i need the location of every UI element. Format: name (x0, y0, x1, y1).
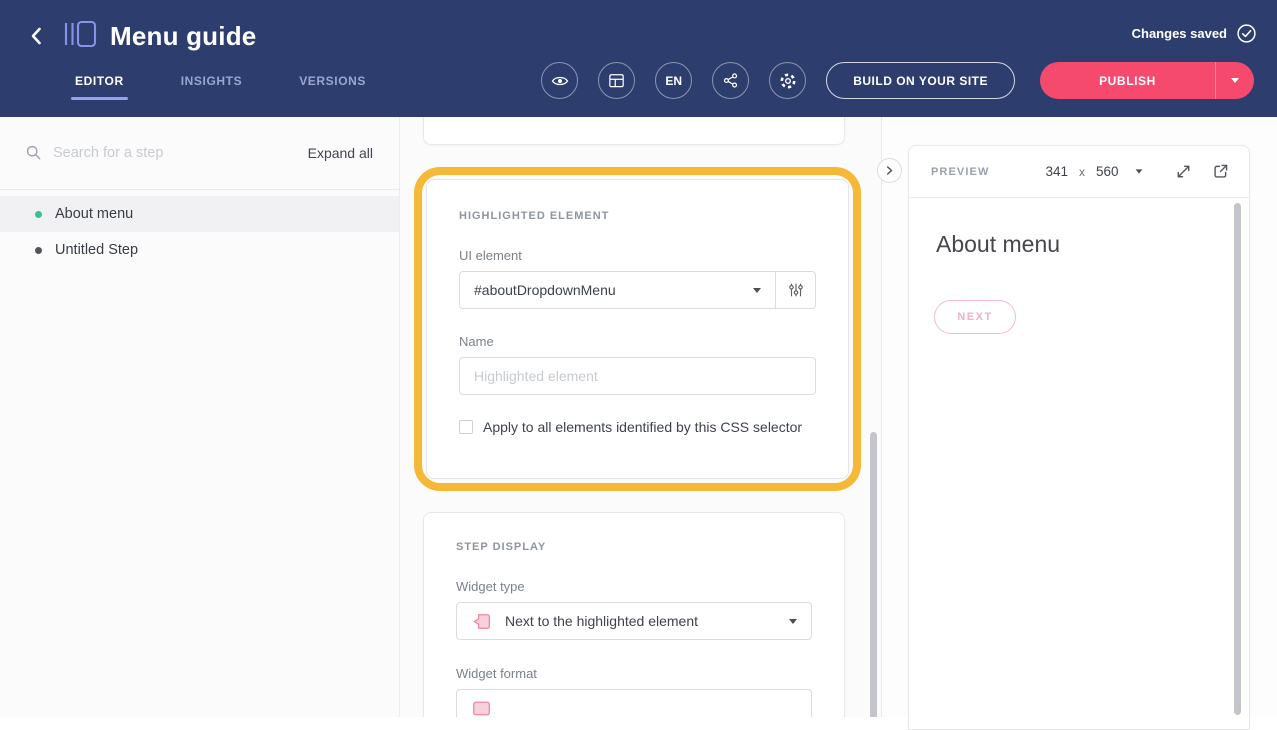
back-button[interactable] (24, 23, 50, 49)
step-list: About menu Untitled Step (0, 196, 399, 268)
widget-format-select[interactable] (456, 689, 812, 717)
step-list-item-about-menu[interactable]: About menu (0, 196, 399, 232)
highlighted-element-name-input[interactable] (459, 357, 816, 395)
header-tabs: EDITOR INSIGHTS VERSIONS (75, 74, 366, 88)
preview-eye-button[interactable] (541, 62, 578, 99)
chevron-down-icon (1231, 78, 1239, 83)
step-editor-column: HIGHLIGHTED ELEMENT UI element #aboutDro… (400, 117, 882, 717)
preview-scrollbar-thumb[interactable] (1234, 203, 1241, 715)
chevron-down-icon (789, 619, 797, 624)
preview-width-value: 341 (1045, 164, 1068, 179)
tab-insights[interactable]: INSIGHTS (181, 74, 242, 88)
tune-sliders-icon (787, 281, 805, 299)
widget-type-label: Widget type (456, 579, 812, 594)
top-header: Menu guide Changes saved EDITOR INSIGHTS… (0, 0, 1277, 117)
chevron-right-icon (883, 164, 896, 177)
expand-all-link[interactable]: Expand all (308, 145, 373, 161)
chevron-down-icon (1135, 169, 1142, 173)
checkbox-label: Apply to all elements identified by this… (483, 419, 802, 435)
step-label: About menu (55, 206, 133, 222)
guide-title: Menu guide (110, 21, 256, 52)
external-link-icon (1211, 162, 1230, 181)
widget-type-select[interactable]: Next to the highlighted element (456, 602, 812, 640)
ui-element-select[interactable]: #aboutDropdownMenu (460, 272, 775, 308)
step-list-item-untitled-step[interactable]: Untitled Step (0, 232, 399, 268)
checkbox-unchecked-icon[interactable] (459, 420, 473, 434)
publish-split-button: PUBLISH (1040, 62, 1254, 99)
preview-card: PREVIEW 341 x 560 About menu NEXT (908, 145, 1250, 730)
chevron-left-icon (26, 25, 48, 47)
share-icon (721, 71, 740, 90)
previous-settings-card-partial (423, 117, 845, 145)
header-actions: EN BUILD ON YOUR SITE PUBLISH (541, 62, 1254, 99)
header-title-group: Menu guide (24, 16, 256, 56)
preview-title: PREVIEW (931, 166, 989, 178)
highlighted-element-card-highlight-ring: HIGHLIGHTED ELEMENT UI element #aboutDro… (414, 167, 861, 491)
gear-icon (778, 71, 798, 91)
tab-editor[interactable]: EDITOR (75, 74, 124, 88)
name-label: Name (459, 334, 816, 349)
preview-panel: PREVIEW 341 x 560 About menu NEXT (883, 117, 1277, 717)
changes-saved-status: Changes saved (1132, 23, 1257, 44)
expand-preview-button[interactable] (1173, 162, 1193, 182)
section-title: STEP DISPLAY (456, 541, 812, 553)
guide-type-logo-icon (63, 19, 97, 54)
step-display-card: STEP DISPLAY Widget type Next to the hig… (423, 512, 845, 717)
format-widget-icon (471, 698, 492, 718)
publish-button[interactable]: PUBLISH (1040, 62, 1215, 99)
element-selector-settings-button[interactable] (776, 272, 815, 308)
tab-versions[interactable]: VERSIONS (299, 74, 366, 88)
eye-icon (550, 71, 570, 91)
preview-header: PREVIEW 341 x 560 (909, 146, 1249, 198)
step-label: Untitled Step (55, 242, 138, 258)
preview-step-title: About menu (936, 231, 1249, 258)
apply-to-all-checkbox-row[interactable]: Apply to all elements identified by this… (459, 419, 816, 435)
expand-arrows-icon (1174, 162, 1193, 181)
preview-size-select[interactable]: 341 x 560 (1045, 164, 1142, 179)
step-status-dot-icon (35, 247, 42, 254)
steps-sidebar: Expand all About menu Untitled Step (0, 117, 400, 717)
publish-options-button[interactable] (1215, 62, 1254, 99)
size-separator: x (1079, 165, 1085, 179)
search-step-input[interactable] (53, 145, 308, 161)
language-button[interactable]: EN (655, 62, 692, 99)
ui-element-select-group: #aboutDropdownMenu (459, 271, 816, 309)
chevron-down-icon (753, 288, 761, 293)
section-title: HIGHLIGHTED ELEMENT (459, 210, 816, 222)
ui-element-value: #aboutDropdownMenu (474, 282, 616, 298)
preview-height-value: 560 (1096, 164, 1119, 179)
layout-panel-icon (607, 71, 626, 90)
changes-saved-text: Changes saved (1132, 26, 1227, 41)
language-code: EN (665, 74, 682, 88)
highlighted-element-card: HIGHLIGHTED ELEMENT UI element #aboutDro… (426, 179, 849, 479)
editor-scrollbar-thumb[interactable] (870, 432, 877, 717)
widget-type-value: Next to the highlighted element (505, 613, 698, 629)
build-on-your-site-button[interactable]: BUILD ON YOUR SITE (826, 62, 1015, 99)
settings-button[interactable] (769, 62, 806, 99)
step-search-row: Expand all (0, 117, 399, 190)
share-button[interactable] (712, 62, 749, 99)
open-in-new-window-button[interactable] (1210, 162, 1230, 182)
collapse-preview-button[interactable] (877, 158, 902, 183)
preview-header-icons (1173, 162, 1230, 182)
tooltip-widget-icon (471, 611, 492, 632)
search-icon (25, 144, 43, 162)
ui-element-label: UI element (459, 248, 816, 263)
widget-format-label: Widget format (456, 666, 812, 681)
check-circle-icon (1236, 23, 1257, 44)
preview-next-button[interactable]: NEXT (934, 300, 1016, 334)
step-status-dot-icon (35, 211, 42, 218)
page-layout-button[interactable] (598, 62, 635, 99)
